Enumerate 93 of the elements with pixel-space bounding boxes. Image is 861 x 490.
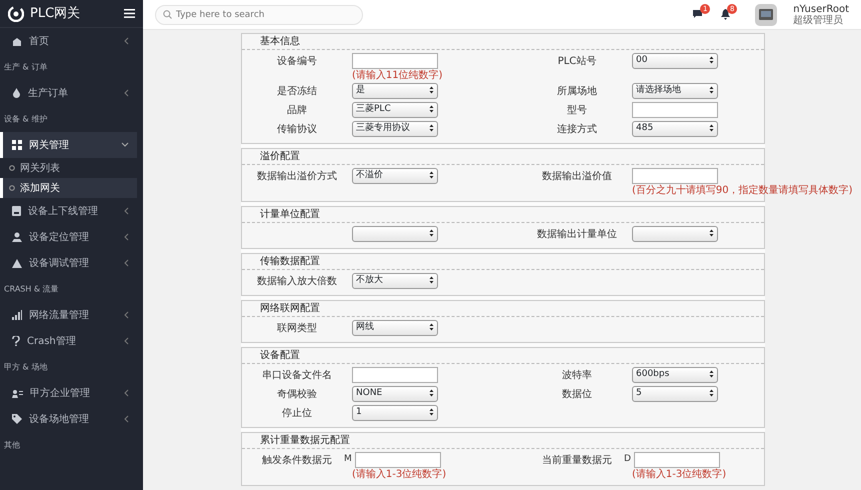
sidebar-item[interactable]: 设备定位管理 <box>0 224 137 250</box>
section-header: 设备 & 维护 <box>4 114 48 125</box>
hint-text: (请输入11位纯数字) <box>352 69 443 83</box>
input-field[interactable] <box>352 53 438 69</box>
field-label: 数据输出计量单位 <box>537 229 617 240</box>
circle-icon <box>9 185 15 191</box>
field-label: 波特率 <box>562 370 592 381</box>
input-field[interactable] <box>632 102 718 118</box>
sidebar-item[interactable]: 首页 <box>0 28 137 54</box>
search-icon <box>163 10 172 18</box>
field-label: 设备编号 <box>277 56 317 67</box>
user-name: nYuserRoot <box>793 4 849 14</box>
drop-icon <box>12 88 21 98</box>
sidebar-item[interactable]: 设备上下线管理 <box>0 198 137 224</box>
section-header: 其他 <box>4 440 20 451</box>
select-field[interactable]: 485 <box>632 121 718 137</box>
select-field[interactable] <box>632 226 718 242</box>
house-icon <box>12 36 22 46</box>
section-header: 甲方 & 场地 <box>4 362 48 373</box>
sidebar-item[interactable]: 网关管理 <box>0 132 137 158</box>
bar-chart-icon <box>12 310 22 320</box>
tag-icon <box>12 414 22 424</box>
field-label: PLC站号 <box>558 56 596 67</box>
sidebar-subitem[interactable]: 网关列表 <box>0 158 137 178</box>
select-field[interactable]: 00 <box>632 53 718 69</box>
select-field[interactable]: 三菱专用协议 <box>352 121 438 137</box>
field-label: 联网类型 <box>277 323 317 334</box>
section-title: 计量单位配置 <box>260 208 320 222</box>
sidebar-item[interactable]: 设备调试管理 <box>0 250 137 276</box>
field-label: 奇偶校验 <box>277 389 317 400</box>
input-field[interactable] <box>352 367 438 383</box>
section-title: 传输数据配置 <box>260 254 320 269</box>
hint-text: (请输入1-3位纯数字) <box>632 468 726 482</box>
hint-text: (请输入1-3位纯数字) <box>352 468 446 482</box>
field-prefix: D <box>624 453 631 466</box>
section-header: CRASH & 流量 <box>4 284 59 295</box>
section-title: 累计重量数据元配置 <box>260 434 350 448</box>
field-label: 串口设备文件名 <box>262 370 332 381</box>
select-field[interactable]: 不放大 <box>352 273 438 289</box>
select-field[interactable]: NONE <box>352 386 438 402</box>
bell-icon[interactable] <box>720 9 732 20</box>
input-field[interactable] <box>354 452 441 468</box>
section-title: 溢价配置 <box>260 150 300 164</box>
field-prefix: M <box>344 453 352 466</box>
section-title: 设备配置 <box>260 348 300 363</box>
field-label: 传输协议 <box>277 124 317 135</box>
field-label: 型号 <box>567 105 587 116</box>
person-pin-icon <box>12 232 22 242</box>
field-label: 数据输出溢价值 <box>542 171 612 182</box>
grid-icon <box>12 140 22 150</box>
select-field[interactable]: 请选择场地 <box>632 83 718 99</box>
input-field[interactable] <box>632 168 718 184</box>
sidebar-item[interactable]: Crash管理 <box>0 328 137 354</box>
field-label: 是否冻结 <box>277 86 317 97</box>
field-label: 触发条件数据元 <box>262 455 332 466</box>
warning-icon <box>12 258 22 268</box>
section-title: 基本信息 <box>260 34 300 49</box>
chat-icon[interactable] <box>693 9 704 20</box>
field-label: 数据输入放大倍数 <box>257 276 337 287</box>
input-field[interactable] <box>634 452 720 468</box>
select-field[interactable] <box>352 226 438 242</box>
field-label: 连接方式 <box>557 124 597 135</box>
section-header: 生产 & 订单 <box>4 62 48 73</box>
sidebar-item[interactable]: 甲方企业管理 <box>0 380 137 406</box>
select-field[interactable]: 网线 <box>352 320 438 336</box>
section-title: 网络联网配置 <box>260 302 320 316</box>
user-role: 超级管理员 <box>793 14 844 26</box>
hint-text: (百分之九十请填写90，指定数量请填写具体数字) <box>632 184 853 198</box>
sidebar-subitem[interactable]: 添加网关 <box>0 178 137 198</box>
select-field[interactable]: 1 <box>352 405 438 421</box>
field-label: 品牌 <box>287 105 307 116</box>
logo-icon <box>8 6 24 22</box>
sidebar-item[interactable]: 设备场地管理 <box>0 406 137 432</box>
field-label: 数据输出溢价方式 <box>257 171 337 182</box>
field-label: 当前重量数据元 <box>542 455 612 466</box>
field-label: 停止位 <box>282 408 312 419</box>
question-icon <box>12 336 20 346</box>
contact-card-icon <box>12 388 23 398</box>
menu-icon[interactable] <box>124 6 135 21</box>
avatar-picture <box>755 4 778 26</box>
app-logo-text: PLC网关 <box>30 4 80 23</box>
document-icon <box>12 206 21 216</box>
select-field[interactable]: 不溢价 <box>352 168 438 184</box>
search-field[interactable]: Type here to search <box>155 4 363 24</box>
select-field[interactable]: 三菱PLC <box>352 102 438 118</box>
select-field[interactable]: 600bps <box>632 367 718 383</box>
sidebar-item[interactable]: 网络流量管理 <box>0 302 137 328</box>
field-label: 所属场地 <box>557 86 597 97</box>
select-field[interactable]: 是 <box>352 83 438 99</box>
select-field[interactable]: 5 <box>632 386 718 402</box>
field-label: 数据位 <box>562 389 592 400</box>
sidebar-item[interactable]: 生产订单 <box>0 80 137 106</box>
circle-icon <box>9 165 15 171</box>
